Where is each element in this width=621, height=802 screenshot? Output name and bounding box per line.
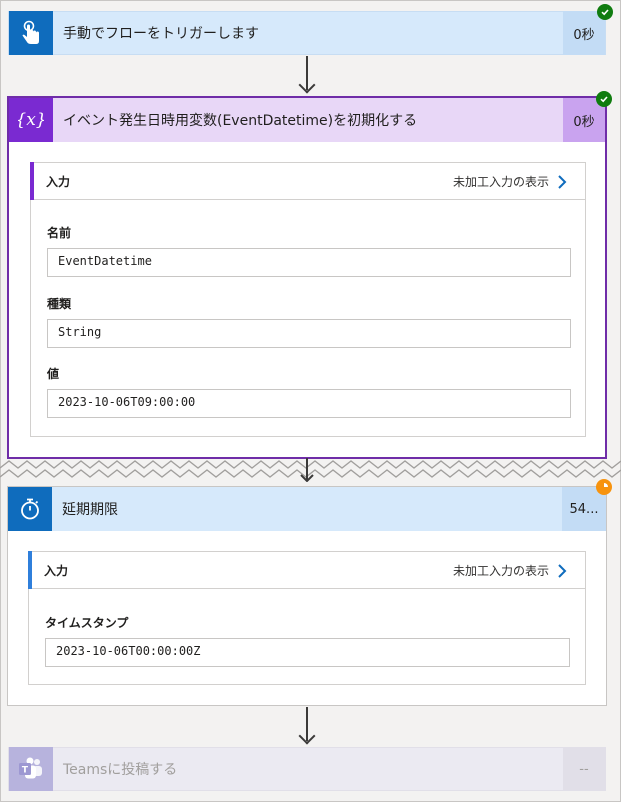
raw-link-label: 未加工入力の表示: [452, 175, 549, 189]
variable-icon: {x}: [9, 98, 53, 142]
running-status-icon: [596, 479, 612, 495]
step-post-to-teams[interactable]: T Teamsに投稿する --: [8, 747, 606, 791]
section-accent: [30, 162, 34, 200]
section-title: 入力: [46, 174, 71, 189]
step-delay-until[interactable]: 延期期限 54...: [8, 487, 606, 531]
svg-text:{x}: {x}: [18, 110, 44, 130]
field-value-name: EventDatetime: [47, 248, 571, 277]
success-check-icon: [596, 91, 612, 107]
field-label-name: 名前: [47, 226, 72, 240]
field-value-type: String: [47, 319, 571, 348]
chevron-right-icon: [558, 563, 567, 578]
touch-icon: [9, 11, 53, 55]
inputs-section-header: 入力 未加工入力の表示: [28, 551, 585, 589]
field-label-value: 値: [47, 367, 60, 381]
step-title: イベント発生日時用変数(EventDatetime)を初期化する: [63, 113, 418, 129]
step-manual-trigger[interactable]: 手動でフローをトリガーします 0秒: [8, 11, 606, 55]
svg-text:T: T: [22, 766, 29, 776]
show-raw-inputs-link[interactable]: 未加工入力の表示: [453, 163, 567, 200]
inputs-section: 入力 未加工入力の表示 名前 EventDatetime 種類 String 値…: [30, 162, 586, 437]
step-initialize-variable[interactable]: {x} イベント発生日時用変数(EventDatetime)を初期化する 0秒: [9, 98, 605, 142]
field-value-timestamp: 2023-10-06T00:00:00Z: [45, 638, 570, 667]
section-title: 入力: [44, 563, 69, 578]
inputs-section: 入力 未加工入力の表示 タイムスタンプ 2023-10-06T00:00:00Z: [28, 551, 586, 685]
timer-icon: [8, 487, 52, 531]
raw-link-label: 未加工入力の表示: [452, 564, 549, 578]
step-delay-until-card: 延期期限 54... 入力 未加工入力の表示 タイムスタンプ 2023-10-0…: [7, 486, 607, 706]
chevron-right-icon: [558, 174, 567, 189]
show-raw-inputs-link[interactable]: 未加工入力の表示: [453, 552, 567, 589]
field-label-type: 種類: [47, 297, 72, 311]
success-check-icon: [597, 4, 613, 20]
step-duration: --: [563, 747, 605, 791]
field-value-value: 2023-10-06T09:00:00: [47, 389, 571, 418]
teams-icon: T: [9, 747, 53, 791]
section-accent: [28, 551, 32, 589]
step-initialize-variable-card: {x} イベント発生日時用変数(EventDatetime)を初期化する 0秒 …: [7, 96, 607, 459]
step-title: 延期期限: [62, 502, 118, 518]
collapsed-steps-separator: [0, 458, 621, 482]
field-label-timestamp: タイムスタンプ: [45, 616, 129, 630]
step-title: Teamsに投稿する: [63, 762, 178, 778]
step-title: 手動でフローをトリガーします: [63, 26, 259, 42]
inputs-section-header: 入力 未加工入力の表示: [30, 162, 585, 200]
